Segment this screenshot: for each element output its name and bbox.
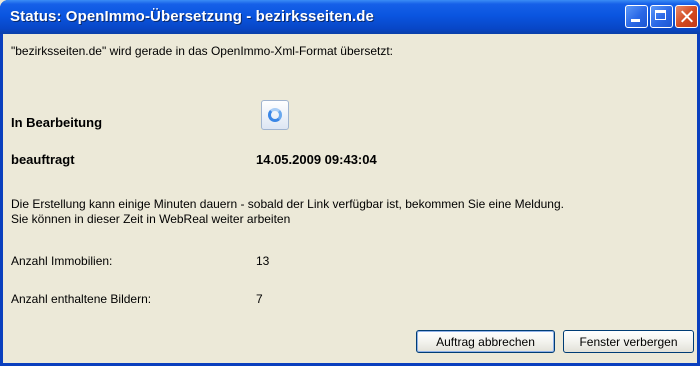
properties-count-value: 13 [256, 254, 270, 268]
title-bar[interactable]: Status: OpenImmo-Übersetzung - bezirksse… [0, 0, 700, 34]
status-dialog-window: Status: OpenImmo-Übersetzung - bezirksse… [0, 0, 700, 366]
dialog-body: "bezirksseiten.de" wird gerade in das Op… [3, 34, 697, 363]
close-button[interactable] [675, 5, 698, 28]
loading-spinner-icon [261, 100, 289, 130]
info-text-line2: Sie können in dieser Zeit in WebReal wei… [11, 212, 291, 226]
minimize-button[interactable] [625, 5, 648, 28]
ordered-timestamp: 14.05.2009 09:43:04 [256, 152, 377, 167]
maximize-button[interactable] [650, 5, 673, 28]
hide-window-button[interactable]: Fenster verbergen [563, 330, 694, 353]
abort-job-button[interactable]: Auftrag abbrechen [416, 330, 555, 353]
ordered-label: beauftragt [11, 152, 75, 167]
images-count-label: Anzahl enthaltene Bildern: [11, 292, 152, 306]
intro-text: "bezirksseiten.de" wird gerade in das Op… [11, 44, 394, 58]
images-count-value: 7 [256, 292, 263, 306]
properties-count-label: Anzahl Immobilien: [11, 254, 113, 268]
info-text-line1: Die Erstellung kann einige Minuten dauer… [11, 197, 564, 211]
status-label: In Bearbeitung [11, 115, 103, 130]
window-title: Status: OpenImmo-Übersetzung - bezirksse… [10, 8, 374, 25]
